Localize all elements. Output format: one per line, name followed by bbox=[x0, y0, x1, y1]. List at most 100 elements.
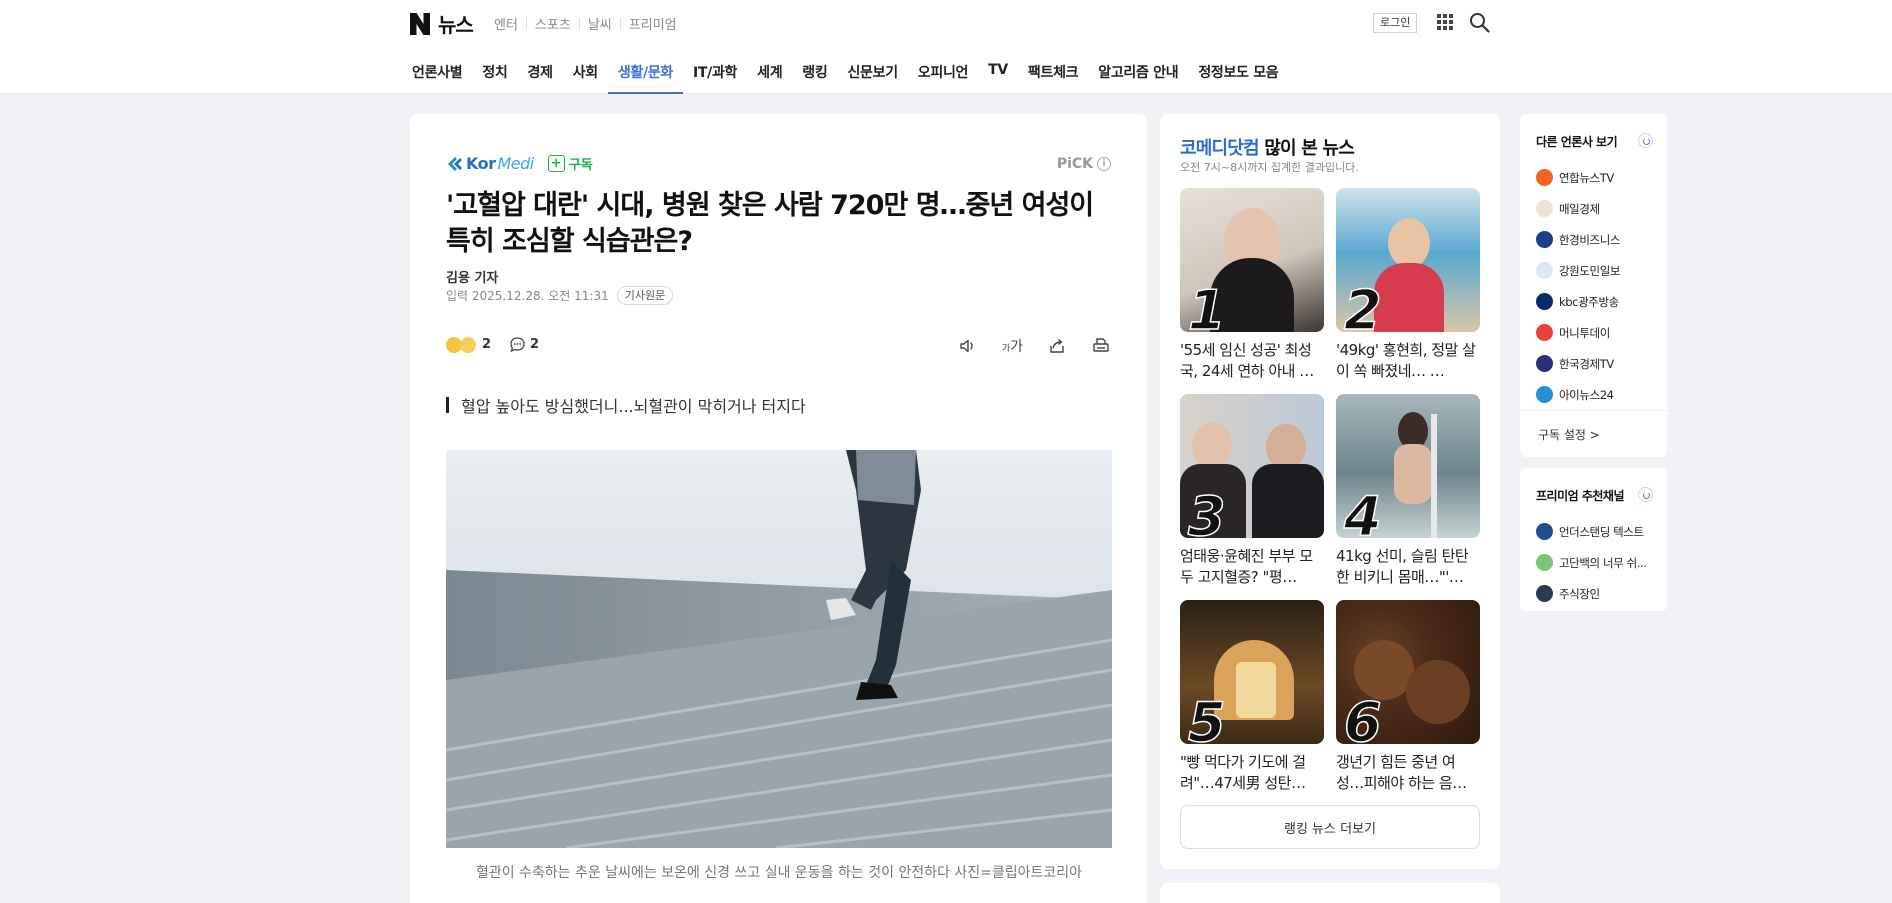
nav-item-economy[interactable]: 경제 bbox=[518, 56, 563, 94]
rank-number: 4 bbox=[1343, 485, 1382, 538]
press-logo-icon bbox=[1536, 169, 1553, 186]
thinking-face-icon bbox=[460, 336, 476, 353]
refresh-icon[interactable] bbox=[1638, 487, 1653, 502]
ranking-thumbnail: 1 bbox=[1180, 188, 1324, 332]
nav-item-politics[interactable]: 정치 bbox=[472, 56, 517, 94]
press-item[interactable]: 아이뉴스24 bbox=[1536, 379, 1620, 410]
ranking-item[interactable]: 2 '49kg' 홍현희, 정말 살이 쏙 빠졌네… … bbox=[1336, 188, 1480, 381]
channel-logo-icon bbox=[1536, 554, 1553, 571]
service-link-weather[interactable]: 날씨 bbox=[588, 14, 612, 33]
channel-logo-icon bbox=[1536, 523, 1553, 540]
print-icon[interactable] bbox=[1091, 336, 1111, 356]
nav-item-opinion[interactable]: 오피니언 bbox=[908, 56, 978, 94]
refresh-icon[interactable] bbox=[1638, 133, 1653, 148]
nav-item-ranking[interactable]: 랭킹 bbox=[792, 56, 837, 94]
press-logo-icon bbox=[1536, 355, 1553, 372]
top-header: 뉴스 엔터 스포츠 날씨 프리미엄 로그인 언론사별 정치 경제 사회 생활/문… bbox=[0, 0, 1892, 94]
article-tools: 가가 bbox=[958, 336, 1111, 356]
press-item[interactable]: 머니투데이 bbox=[1536, 317, 1620, 348]
login-button[interactable]: 로그인 bbox=[1373, 13, 1418, 33]
font-size-icon[interactable]: 가가 bbox=[1002, 336, 1023, 356]
reaction-button[interactable]: 2 bbox=[446, 336, 492, 353]
ranking-title: 코메디닷컴 많이 본 뉴스 bbox=[1180, 134, 1355, 160]
ranking-item[interactable]: 1 '55세 임신 성공' 최성국, 24세 연하 아내 … bbox=[1180, 188, 1324, 381]
ranking-item[interactable]: 3 엄태웅·윤혜진 부부 모두 고지혈증? "평… bbox=[1180, 394, 1324, 587]
press-item-name: kbc광주방송 bbox=[1559, 294, 1619, 309]
service-link-entertainment[interactable]: 엔터 bbox=[494, 14, 518, 33]
ranking-grid: 1 '55세 임신 성공' 최성국, 24세 연하 아내 … 2 '49kg' … bbox=[1180, 188, 1480, 793]
article-photo[interactable] bbox=[446, 450, 1112, 848]
info-icon[interactable]: i bbox=[1097, 157, 1111, 171]
nav-item-press[interactable]: 언론사별 bbox=[402, 56, 472, 94]
premium-channel-item[interactable]: 언더스탠딩 텍스트 bbox=[1536, 516, 1647, 547]
apps-grid-icon[interactable] bbox=[1436, 13, 1454, 31]
nav-item-it-science[interactable]: IT/과학 bbox=[683, 56, 747, 94]
press-item[interactable]: 한경비즈니스 bbox=[1536, 224, 1620, 255]
nav-item-corrections[interactable]: 정정보도 모음 bbox=[1188, 56, 1288, 94]
service-link-premium[interactable]: 프리미엄 bbox=[629, 14, 677, 33]
ranking-more-button[interactable]: 랭킹 뉴스 더보기 bbox=[1180, 805, 1480, 849]
comment-button[interactable]: 2 bbox=[509, 336, 539, 353]
nav-item-factcheck[interactable]: 팩트체크 bbox=[1018, 56, 1088, 94]
rank-number: 2 bbox=[1343, 279, 1382, 332]
naver-n-logo-icon bbox=[410, 12, 430, 35]
other-press-card: 다른 언론사 보기 연합뉴스TV 매일경제 한경비즈니스 강원도민일보 kbc광… bbox=[1520, 114, 1667, 457]
subscribe-button[interactable]: + 구독 bbox=[547, 154, 593, 173]
reaction-count: 2 bbox=[482, 337, 492, 352]
press-logo-kormedi[interactable]: Kor Medi bbox=[446, 154, 534, 173]
press-logo-icon bbox=[1536, 262, 1553, 279]
ranking-headline: '49kg' 홍현희, 정말 살이 쏙 빠졌네… … bbox=[1336, 341, 1476, 380]
subscribe-settings-label: 구독 설정 > bbox=[1538, 428, 1600, 442]
original-article-button[interactable]: 기사원문 bbox=[616, 286, 674, 305]
search-icon[interactable] bbox=[1469, 12, 1490, 33]
naver-news-home-link[interactable]: 뉴스 bbox=[410, 9, 474, 38]
ranking-card: 코메디닷컴 많이 본 뉴스 오전 7시~8시까지 집계한 결과입니다. 1 '5… bbox=[1160, 114, 1500, 869]
ranking-headline: 갱년기 힘든 중년 여성…피해야 하는 음… bbox=[1336, 753, 1467, 792]
press-item[interactable]: kbc광주방송 bbox=[1536, 286, 1620, 317]
audio-read-icon[interactable] bbox=[958, 336, 978, 356]
ranking-headline: 엄태웅·윤혜진 부부 모두 고지혈증? "평… bbox=[1180, 547, 1313, 586]
press-item-name: 한경비즈니스 bbox=[1559, 232, 1621, 247]
subscribe-settings[interactable]: 구독 설정 > bbox=[1520, 410, 1667, 457]
kormedi-mark-icon bbox=[448, 156, 462, 171]
rank-number: 1 bbox=[1187, 279, 1226, 332]
nav-item-society[interactable]: 사회 bbox=[563, 56, 608, 94]
ranking-thumbnail: 2 bbox=[1336, 188, 1480, 332]
press-item[interactable]: 연합뉴스TV bbox=[1536, 162, 1620, 193]
premium-channels-card: 프리미엄 추천채널 언더스탠딩 텍스트 고단백의 너무 쉬... 주식장인 bbox=[1520, 468, 1667, 611]
channel-name: 주식장인 bbox=[1559, 586, 1600, 601]
nav-item-algorithm[interactable]: 알고리즘 안내 bbox=[1088, 56, 1188, 94]
publish-date: 입력 2025.12.28. 오전 11:31 bbox=[446, 289, 609, 303]
ranking-item[interactable]: 5 "빵 먹다가 기도에 걸려"…47세男 성탄… bbox=[1180, 600, 1324, 793]
press-item[interactable]: 매일경제 bbox=[1536, 193, 1620, 224]
photo-caption: 혈관이 수축하는 추운 날씨에는 보온에 신경 쓰고 실내 운동을 하는 것이 … bbox=[475, 865, 1083, 881]
brand-title: 뉴스 bbox=[438, 13, 474, 37]
plus-icon: + bbox=[547, 155, 565, 172]
ranking-headline: '55세 임신 성공' 최성국, 24세 연하 아내 … bbox=[1180, 341, 1314, 380]
ranking-item[interactable]: 6 갱년기 힘든 중년 여성…피해야 하는 음… bbox=[1336, 600, 1480, 793]
rank-number: 5 bbox=[1187, 691, 1226, 744]
nav-item-newspaper[interactable]: 신문보기 bbox=[837, 56, 907, 94]
press-item[interactable]: 한국경제TV bbox=[1536, 348, 1620, 379]
nav-item-tv[interactable]: TV bbox=[978, 56, 1018, 94]
ranking-item[interactable]: 4 41kg 선미, 슬림 탄탄한 비키니 몸매…"'… bbox=[1336, 394, 1480, 587]
other-press-title: 다른 언론사 보기 bbox=[1536, 135, 1618, 149]
service-link-sports[interactable]: 스포츠 bbox=[535, 14, 571, 33]
ranking-press-name[interactable]: 코메디닷컴 bbox=[1180, 138, 1260, 159]
press-name-part-2: Medi bbox=[497, 154, 535, 173]
premium-channel-item[interactable]: 주식장인 bbox=[1536, 578, 1647, 609]
rank-number: 6 bbox=[1343, 691, 1382, 744]
nav-item-life-culture[interactable]: 생활/문화 bbox=[607, 56, 683, 94]
reporter-name[interactable]: 김용 기자 bbox=[446, 267, 498, 286]
press-item[interactable]: 강원도민일보 bbox=[1536, 255, 1620, 286]
comment-count: 2 bbox=[530, 337, 540, 352]
press-name-part-1: Kor bbox=[466, 154, 496, 173]
share-icon[interactable] bbox=[1047, 336, 1067, 356]
service-links: 엔터 스포츠 날씨 프리미엄 bbox=[494, 14, 677, 33]
article-headline: '고혈압 대란' 시대, 병원 찾은 사람 720만 명…중년 여성이 특히 조… bbox=[446, 190, 1094, 257]
premium-channel-item[interactable]: 고단백의 너무 쉬... bbox=[1536, 547, 1647, 578]
pick-badge: PiCK i bbox=[1057, 156, 1111, 172]
next-card-edge bbox=[1160, 883, 1500, 903]
press-item-name: 연합뉴스TV bbox=[1559, 170, 1614, 185]
nav-item-world[interactable]: 세계 bbox=[747, 56, 792, 94]
